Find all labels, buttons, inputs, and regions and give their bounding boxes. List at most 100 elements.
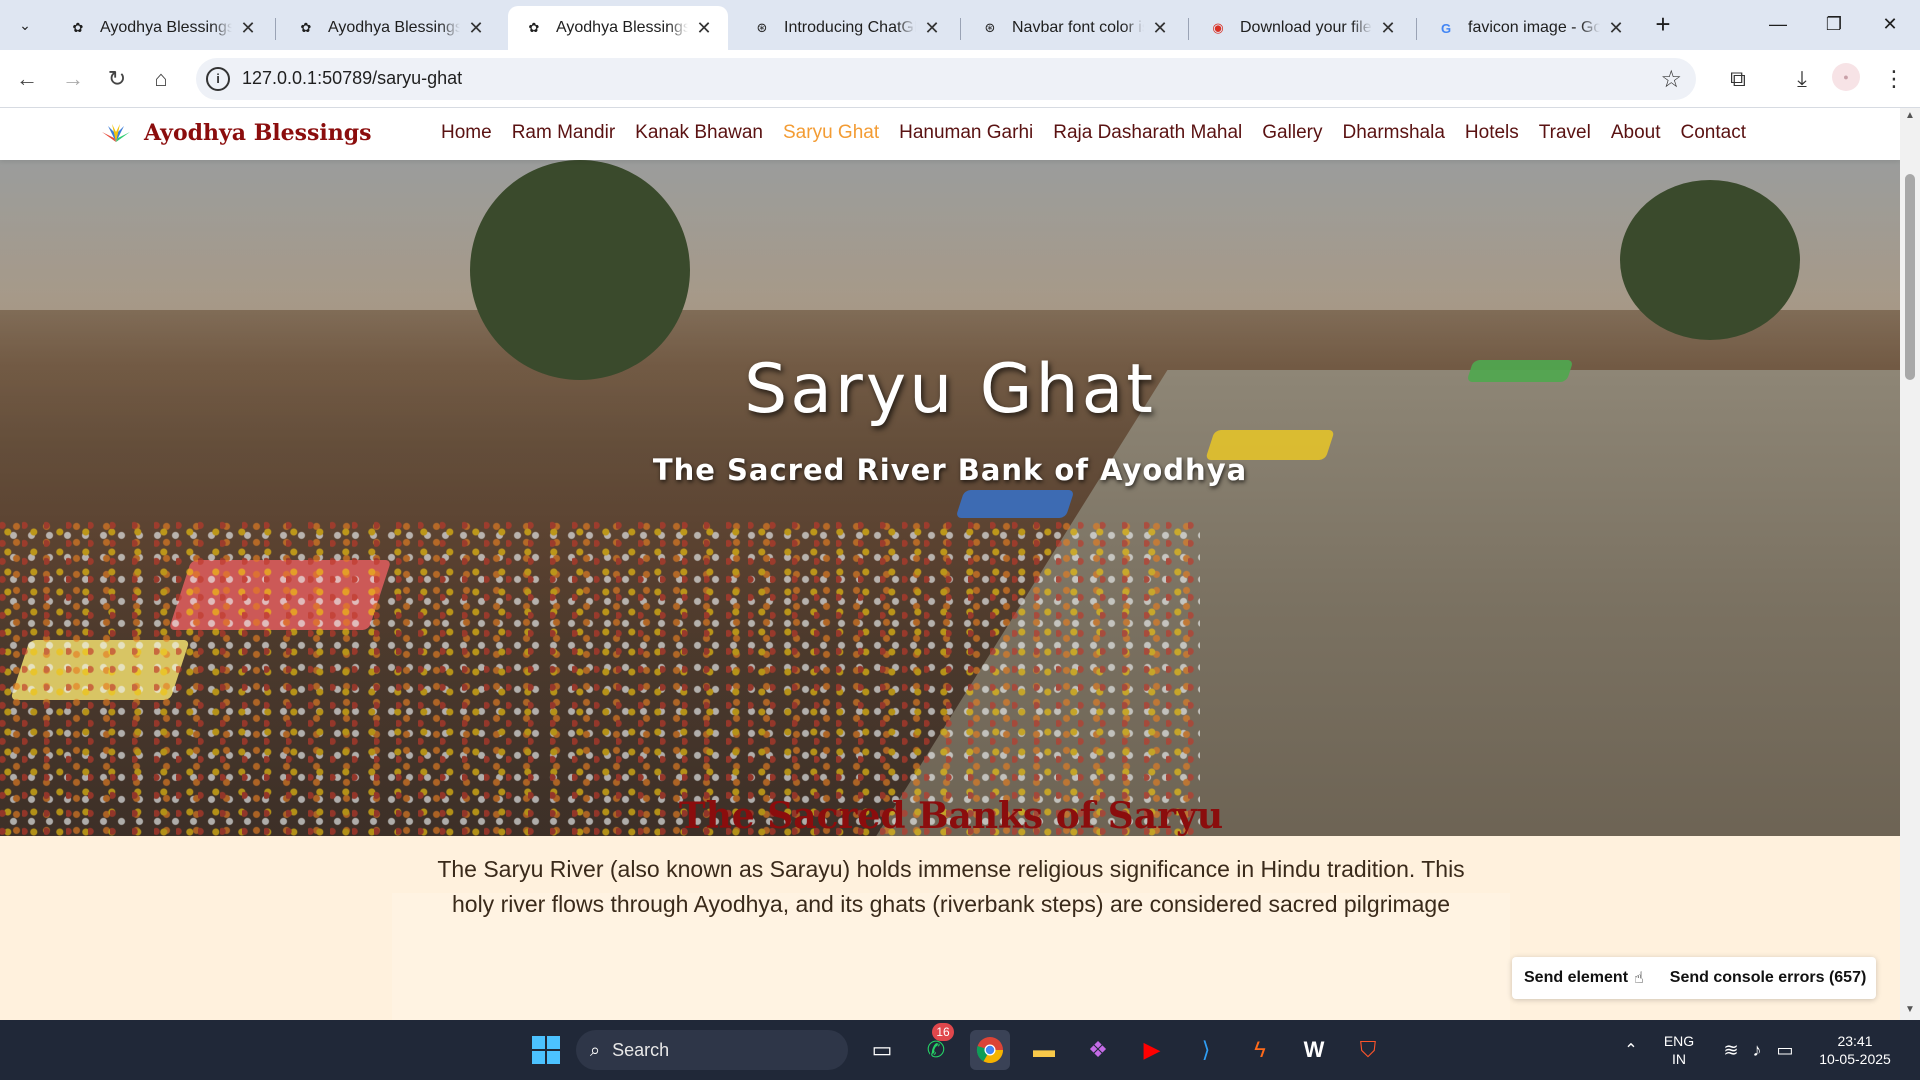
scroll-thumb[interactable]: [1905, 174, 1915, 380]
home-button[interactable]: ⌂: [144, 62, 178, 96]
browser-toolbar: ← → ↻ ⌂ i 127.0.0.1:50789/saryu-ghat ☆ ⧉…: [0, 50, 1920, 108]
tab-title: favicon image - Goo: [1468, 19, 1600, 36]
search-label: Search: [612, 1039, 670, 1060]
file-explorer-icon[interactable]: ▬: [1024, 1030, 1064, 1070]
nav-link-hanuman-garhi[interactable]: Hanuman Garhi: [899, 122, 1033, 144]
restore-button[interactable]: ❐: [1816, 8, 1852, 40]
site-info-icon[interactable]: i: [206, 67, 230, 91]
lang-code: ENG: [1663, 1033, 1695, 1049]
nav-link-hotels[interactable]: Hotels: [1465, 122, 1519, 144]
task-view-icon[interactable]: ▭: [862, 1030, 902, 1070]
clock-time: 23:41: [1837, 1033, 1873, 1049]
extensions-icon[interactable]: ⧉: [1722, 63, 1754, 95]
browser-tab-active[interactable]: ✿ Ayodhya Blessings - ✕: [508, 6, 728, 50]
windows-taskbar: ⌕ Search ▭ ✆ 16 ▬ ❖ ▶ ⟩ ϟ W ⛉ ⌃ ENG IN ≋…: [0, 1020, 1920, 1080]
site-navbar: Ayodhya Blessings Home Ram Mandir Kanak …: [0, 108, 1900, 160]
hero-photo-sky: [0, 160, 1900, 310]
brave-icon[interactable]: ⛉: [1348, 1030, 1388, 1070]
address-bar[interactable]: i 127.0.0.1:50789/saryu-ghat ☆: [196, 58, 1696, 100]
bolt-app-icon[interactable]: ϟ: [1240, 1030, 1280, 1070]
reload-button[interactable]: ↻: [100, 62, 134, 96]
lang-region: IN: [1672, 1051, 1686, 1067]
close-window-button[interactable]: ✕: [1872, 8, 1908, 40]
url-text[interactable]: 127.0.0.1:50789/saryu-ghat: [242, 68, 462, 89]
close-icon[interactable]: ✕: [238, 18, 258, 39]
download-icon[interactable]: ⤓: [1786, 63, 1818, 95]
brand-name: Ayodhya Blessings: [144, 120, 372, 146]
tab-separator: [275, 18, 276, 40]
nav-link-kanak-bhawan[interactable]: Kanak Bhawan: [635, 122, 763, 144]
bookmark-star-icon[interactable]: ☆: [1660, 65, 1682, 94]
close-icon[interactable]: ✕: [922, 18, 942, 39]
browser-tab[interactable]: ⊛ Navbar font color iss ✕: [964, 6, 1184, 50]
hero-photo-canopy: [955, 490, 1075, 518]
youtube-icon[interactable]: ▶: [1132, 1030, 1172, 1070]
tab-strip: ⌄ ✿ Ayodhya Blessings - ✕ ✿ Ayodhya Bles…: [0, 0, 1920, 50]
new-tab-button[interactable]: +: [1648, 10, 1678, 40]
clock[interactable]: 23:41 10-05-2025: [1800, 1020, 1910, 1080]
taskbar-search[interactable]: ⌕ Search: [576, 1030, 848, 1070]
scroll-down-arrow-icon[interactable]: ▼: [1900, 1004, 1920, 1020]
cursor-click-icon: ☝: [1634, 970, 1644, 987]
hero-photo-tree: [470, 160, 690, 380]
forward-button[interactable]: →: [56, 62, 90, 96]
tab-separator: [960, 18, 961, 40]
hero-title: Saryu Ghat: [744, 350, 1156, 429]
page-scrollbar[interactable]: ▲ ▼: [1900, 108, 1920, 1020]
browser-tab[interactable]: ✿ Ayodhya Blessings - ✕: [52, 6, 272, 50]
notification-badge: 16: [932, 1023, 954, 1041]
nav-link-about[interactable]: About: [1611, 122, 1661, 144]
nav-link-gallery[interactable]: Gallery: [1262, 122, 1322, 144]
nav-link-ram-mandir[interactable]: Ram Mandir: [512, 122, 615, 144]
nav-link-saryu-ghat[interactable]: Saryu Ghat: [783, 122, 879, 144]
site-logo[interactable]: Ayodhya Blessings: [98, 120, 372, 146]
nav-link-home[interactable]: Home: [441, 122, 492, 144]
close-icon[interactable]: ✕: [1606, 18, 1626, 39]
browser-tab[interactable]: ⊛ Introducing ChatGPT ✕: [736, 6, 956, 50]
volume-icon[interactable]: ♪: [1742, 1020, 1772, 1080]
nav-link-dharmshala[interactable]: Dharmshala: [1342, 122, 1444, 144]
flower-icon: ✿: [300, 20, 312, 35]
tab-title: Ayodhya Blessings -: [328, 19, 460, 36]
dev-floating-toolbar: Send element ☝ Send console errors (657): [1512, 957, 1876, 999]
browser-tab[interactable]: ✿ Ayodhya Blessings - ✕: [280, 6, 500, 50]
close-icon[interactable]: ✕: [1378, 18, 1398, 39]
language-indicator[interactable]: ENG IN: [1648, 1020, 1710, 1080]
minimize-button[interactable]: —: [1760, 8, 1796, 40]
menu-kebab-icon[interactable]: ⋮: [1878, 63, 1910, 95]
tab-search-button[interactable]: ⌄: [8, 8, 42, 42]
close-icon[interactable]: ✕: [694, 18, 714, 39]
nav-link-raja-dasharath-mahal[interactable]: Raja Dasharath Mahal: [1053, 122, 1242, 144]
scroll-up-arrow-icon[interactable]: ▲: [1900, 110, 1920, 126]
tray-overflow-chevron-icon[interactable]: ⌃: [1616, 1020, 1646, 1080]
tab-separator: [1416, 18, 1417, 40]
close-icon[interactable]: ✕: [1150, 18, 1170, 39]
back-button[interactable]: ←: [10, 62, 44, 96]
flower-icon: ✿: [528, 20, 540, 35]
section-title: The Sacred Banks of Saryu: [678, 795, 1224, 837]
nav-links: Home Ram Mandir Kanak Bhawan Saryu Ghat …: [441, 122, 1746, 144]
browser-tab[interactable]: G favicon image - Goo ✕: [1420, 6, 1640, 50]
nav-link-contact[interactable]: Contact: [1681, 122, 1746, 144]
paragraph-line: holy river flows through Ayodhya, and it…: [451, 891, 1451, 917]
tab-title: Navbar font color iss: [1012, 19, 1144, 36]
notion-like-app-icon[interactable]: W: [1294, 1030, 1334, 1070]
vscode-icon[interactable]: ⟩: [1186, 1030, 1226, 1070]
nav-link-travel[interactable]: Travel: [1539, 122, 1591, 144]
search-icon: ⌕: [590, 1039, 601, 1060]
flower-icon: ✿: [72, 20, 84, 35]
browser-tab[interactable]: ◉ Download your file – ✕: [1192, 6, 1412, 50]
send-element-button[interactable]: Send element: [1524, 969, 1628, 987]
copilot-icon[interactable]: ❖: [1078, 1030, 1118, 1070]
close-icon[interactable]: ✕: [466, 18, 486, 39]
windows-start-icon[interactable]: [526, 1030, 566, 1070]
paragraph-line: The Saryu River (also known as Sarayu) h…: [437, 856, 1465, 882]
openai-icon: ⊛: [756, 20, 768, 35]
section-paragraph: The Saryu River (also known as Sarayu) h…: [392, 852, 1510, 922]
tab-title: Download your file –: [1240, 19, 1372, 36]
send-console-errors-button[interactable]: Send console errors (657): [1670, 969, 1867, 987]
lotus-logo-icon: [102, 124, 130, 142]
chrome-icon[interactable]: [970, 1030, 1010, 1070]
battery-icon[interactable]: ▭: [1770, 1020, 1800, 1080]
profile-avatar[interactable]: ●: [1832, 63, 1860, 91]
